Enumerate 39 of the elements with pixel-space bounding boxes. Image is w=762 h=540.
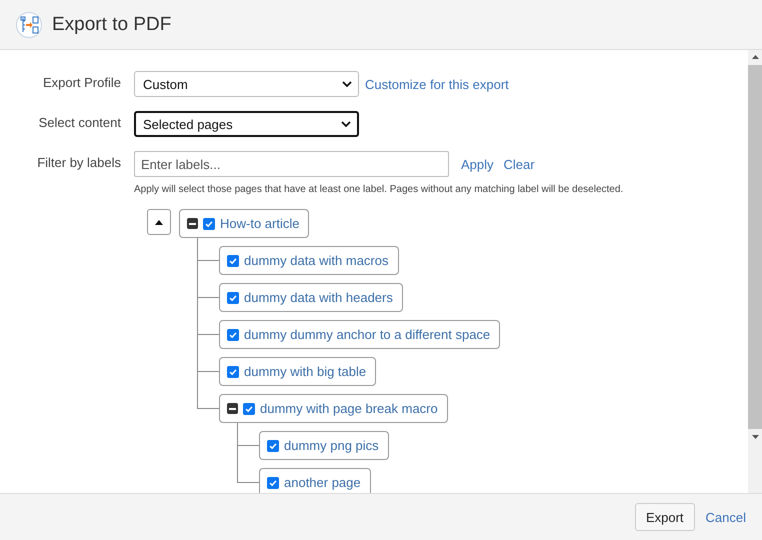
help-text: Apply will select those pages that have at least one label. Pages without any matching label will be deselected. [134,184,624,195]
field-label: Export Profile [42,74,122,92]
checkbox[interactable] [267,440,279,452]
tree-node[interactable]: dummy data with macros [219,246,398,275]
dropdown[interactable]: Selected pages [134,111,359,137]
scrollbar[interactable] [748,50,762,493]
app-logo-icon [16,12,42,38]
chevron-down-icon [341,121,351,127]
collapse-all-button[interactable] [147,209,171,235]
labels-input-field[interactable]: Enter labels... [134,151,449,177]
export-button[interactable]: Export [634,503,695,531]
chevron-down-icon [342,81,352,87]
filter-action-link[interactable]: Apply [461,156,494,172]
collapse-icon[interactable] [187,218,198,229]
dialog-title: Export to PDF [52,14,172,36]
scroll-up-icon[interactable] [752,55,758,59]
checkbox[interactable] [243,402,255,414]
checkbox[interactable] [227,366,239,378]
checkbox[interactable] [203,218,215,230]
checkbox[interactable] [267,476,279,488]
checkbox[interactable] [227,292,239,304]
field-label: Filter by labels [36,154,122,172]
tree-node[interactable]: another page [259,468,371,493]
checkbox[interactable] [227,328,239,340]
caret-up-icon [155,220,163,224]
checkbox[interactable] [227,254,239,266]
tree-node[interactable]: How-to article [179,209,310,238]
customize-link[interactable]: Customize for this export [365,76,509,92]
tree-node[interactable]: dummy png pics [259,431,389,460]
dropdown[interactable]: Custom [134,71,359,97]
collapse-icon[interactable] [227,403,238,414]
scroll-down-icon[interactable] [752,435,758,439]
tree-node[interactable]: dummy with page break macro [219,394,448,423]
tree-node[interactable]: dummy with big table [219,357,376,386]
cancel-link[interactable]: Cancel [706,510,746,524]
filter-action-link[interactable]: Clear [504,156,535,172]
tree-node[interactable]: dummy dummy anchor to a different space [219,320,500,349]
tree-node[interactable]: dummy data with headers [219,283,403,312]
field-label: Select content [38,114,122,132]
